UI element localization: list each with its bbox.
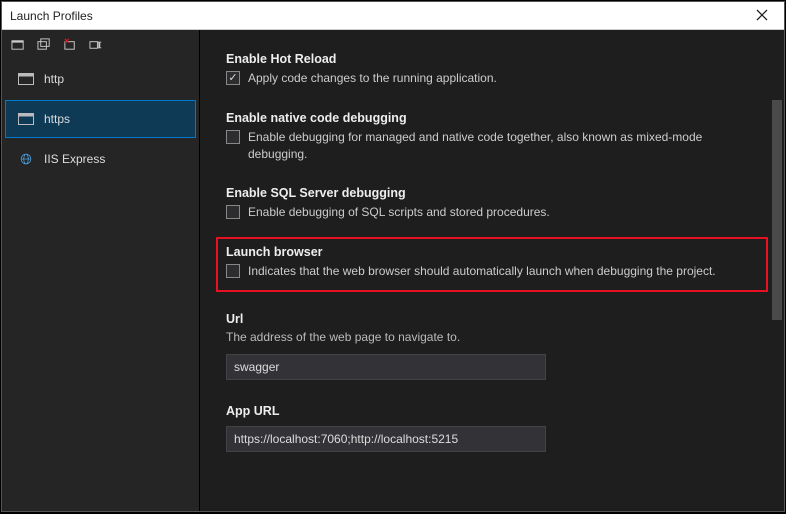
rename-profile-icon[interactable]	[88, 36, 104, 52]
section-title: Url	[226, 312, 758, 326]
highlighted-section: Launch browser Indicates that the web br…	[216, 237, 768, 292]
sidebar: http https IIS Express	[2, 30, 200, 511]
profile-list: http https IIS Express	[2, 58, 199, 180]
new-profile-icon[interactable]	[10, 36, 26, 52]
profile-item-iis-express[interactable]: IIS Express	[5, 140, 196, 178]
section-app-url: App URL	[226, 404, 758, 452]
browser-icon	[18, 111, 34, 127]
launch-profiles-window: Launch Profiles	[1, 1, 785, 512]
section-hot-reload: Enable Hot Reload Apply code changes to …	[226, 52, 758, 87]
profile-item-https[interactable]: https	[5, 100, 196, 138]
window-title: Launch Profiles	[10, 9, 93, 23]
url-input[interactable]	[226, 354, 546, 380]
url-description: The address of the web page to navigate …	[226, 330, 758, 344]
profile-label: http	[44, 72, 64, 86]
launch-browser-checkbox[interactable]	[226, 264, 240, 278]
hot-reload-label: Apply code changes to the running applic…	[248, 70, 497, 87]
section-sql-debug: Enable SQL Server debugging Enable debug…	[226, 186, 758, 221]
section-title: App URL	[226, 404, 758, 418]
titlebar: Launch Profiles	[2, 2, 784, 30]
native-debug-checkbox[interactable]	[226, 130, 240, 144]
settings-panel: Enable Hot Reload Apply code changes to …	[200, 30, 784, 511]
hot-reload-checkbox[interactable]	[226, 71, 240, 85]
section-title: Enable Hot Reload	[226, 52, 758, 66]
sql-debug-label: Enable debugging of SQL scripts and stor…	[248, 204, 550, 221]
dialog-body: http https IIS Express Enable Ho	[2, 30, 784, 511]
native-debug-label: Enable debugging for managed and native …	[248, 129, 758, 163]
delete-profile-icon[interactable]	[62, 36, 78, 52]
app-url-input[interactable]	[226, 426, 546, 452]
section-title: Enable SQL Server debugging	[226, 186, 758, 200]
profile-label: IIS Express	[44, 152, 105, 166]
sidebar-toolbar	[2, 30, 199, 58]
section-title: Launch browser	[226, 245, 758, 259]
section-url: Url The address of the web page to navig…	[226, 312, 758, 380]
browser-icon	[18, 71, 34, 87]
scrollbar-thumb[interactable]	[772, 100, 782, 320]
scrollbar-track[interactable]	[770, 58, 784, 511]
section-native-debug: Enable native code debugging Enable debu…	[226, 111, 758, 163]
launch-browser-label: Indicates that the web browser should au…	[248, 263, 716, 280]
close-button[interactable]	[748, 6, 776, 26]
sql-debug-checkbox[interactable]	[226, 205, 240, 219]
profile-label: https	[44, 112, 70, 126]
globe-icon	[18, 151, 34, 167]
profile-item-http[interactable]: http	[5, 60, 196, 98]
section-title: Enable native code debugging	[226, 111, 758, 125]
duplicate-profile-icon[interactable]	[36, 36, 52, 52]
